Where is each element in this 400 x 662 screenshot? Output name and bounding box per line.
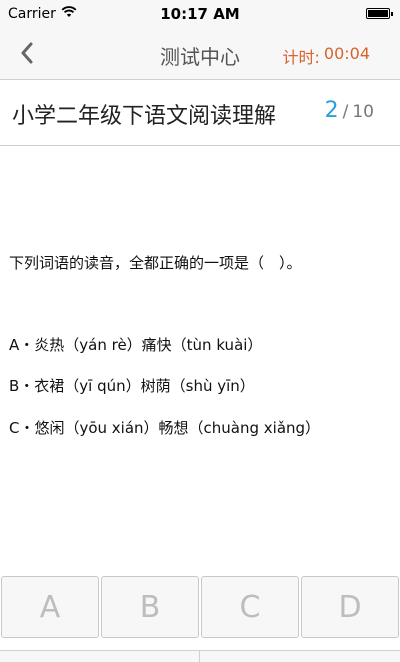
question-area: 下列词语的读音，全都正确的一项是（ ）。 A・炎热（yán rè）痛快（tùn … <box>0 146 400 576</box>
timer: 计时: 00:04 <box>282 44 370 68</box>
option-b-text: B・衣裙（yī qún）树荫（shù yīn） <box>9 377 255 395</box>
timer-label: 计时: <box>282 48 320 67</box>
timer-value: 00:04 <box>323 44 370 63</box>
status-bar: Carrier 10:17 AM <box>0 0 400 28</box>
answer-c-button[interactable]: C <box>201 576 299 638</box>
bottom-toolbar <box>0 650 400 662</box>
navigation-bar: 测试中心 计时: 00:04 <box>0 28 400 80</box>
question-progress: 2 / 10 <box>325 98 374 123</box>
progress-total: 10 <box>352 102 374 122</box>
toolbar-divider <box>199 651 200 662</box>
battery-icon <box>366 8 393 19</box>
status-time: 10:17 AM <box>160 5 240 23</box>
quiz-title: 小学二年级下语文阅读理解 <box>12 104 277 129</box>
quiz-screen: Carrier 10:17 AM 测试中心 计时: 00:04 小学二年级下语文… <box>0 0 400 662</box>
answer-bar: A B C D <box>0 576 400 650</box>
answer-d-button[interactable]: D <box>301 576 399 638</box>
answer-a-button[interactable]: A <box>1 576 99 638</box>
answer-b-button[interactable]: B <box>101 576 199 638</box>
progress-current: 2 <box>324 98 339 123</box>
progress-separator: / <box>342 102 349 122</box>
option-c-text: C・悠闲（yōu xián）畅想（chuàng xiǎng） <box>9 419 321 437</box>
quiz-header: 小学二年级下语文阅读理解 2 / 10 <box>0 80 400 146</box>
option-a-text: A・炎热（yán rè）痛快（tùn kuài） <box>9 336 263 354</box>
question-text: 下列词语的读音，全都正确的一项是（ ）。 <box>9 254 302 272</box>
